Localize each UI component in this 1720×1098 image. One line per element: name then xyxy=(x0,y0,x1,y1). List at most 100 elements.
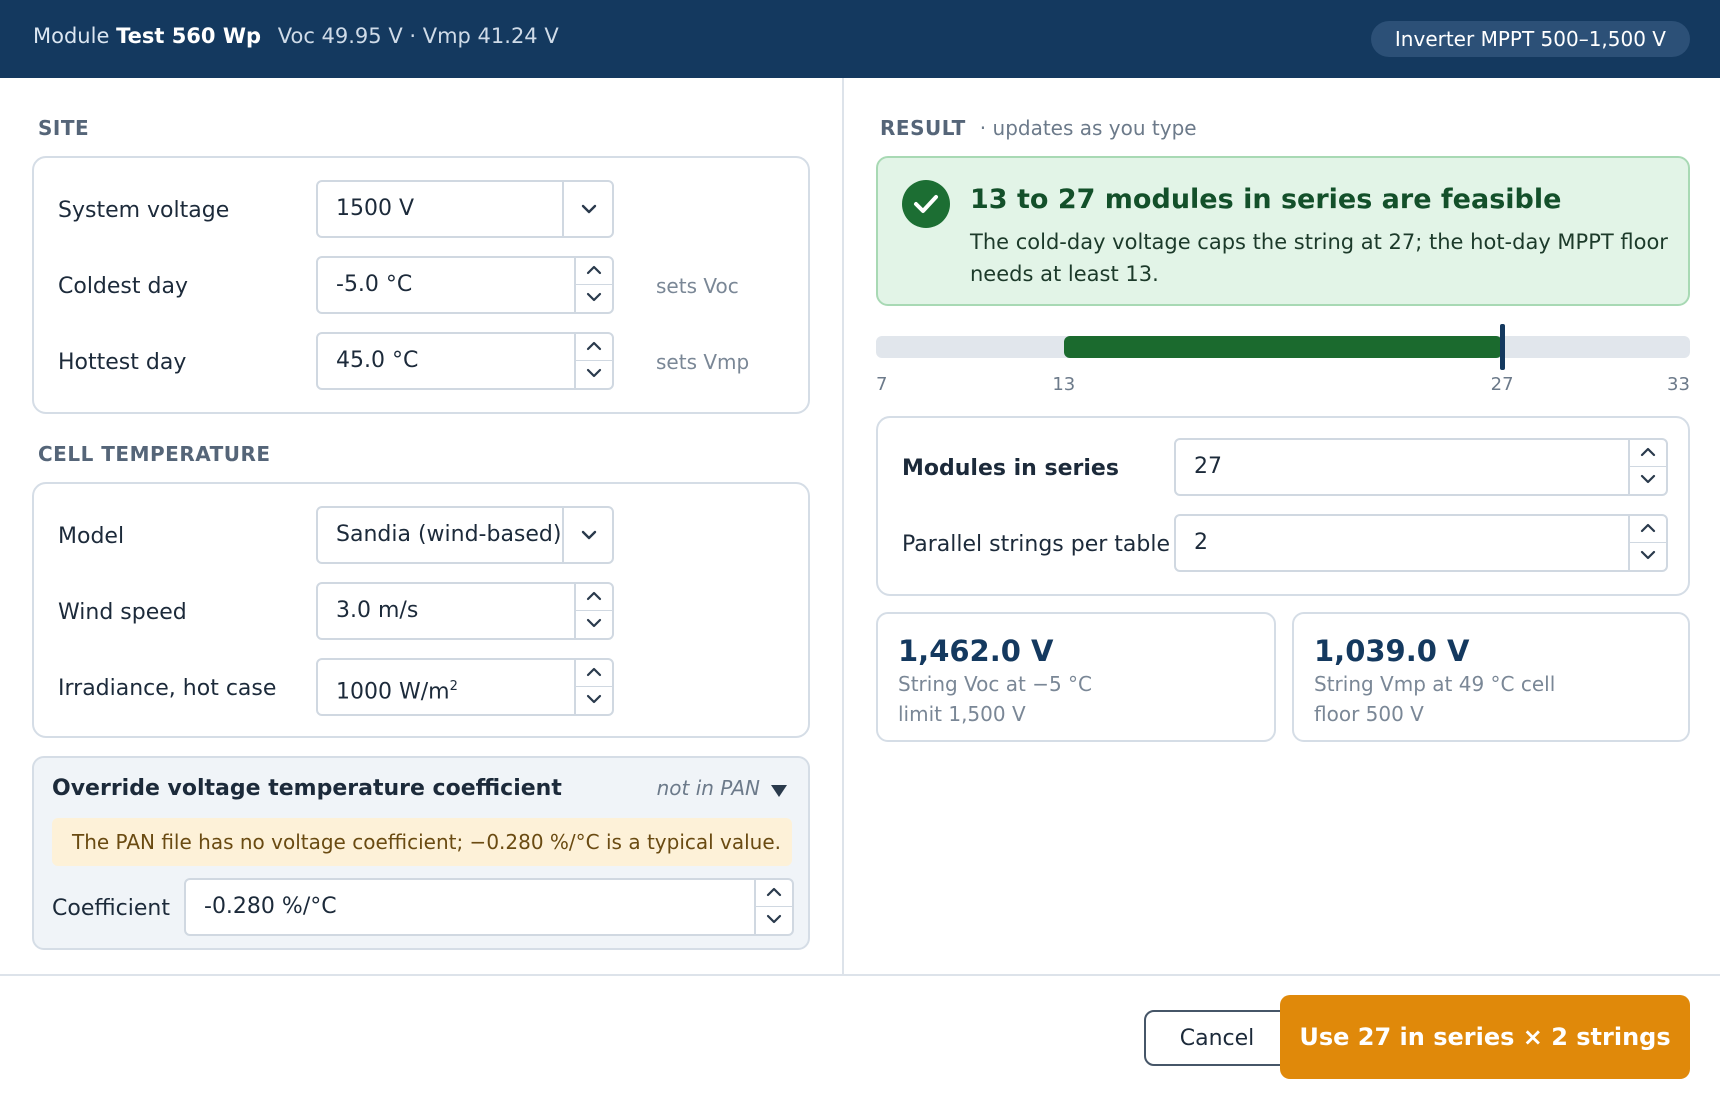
system-voltage-value: 1500 V xyxy=(336,196,415,221)
hottest-day-input[interactable]: 45.0 °C xyxy=(316,332,614,390)
chevron-up-icon xyxy=(766,887,782,897)
decrement-button[interactable] xyxy=(756,907,792,934)
model-value: Sandia (wind-based) xyxy=(336,522,562,547)
coldest-day-input[interactable]: -5.0 °C xyxy=(316,256,614,314)
irradiance-number: 1000 W/m xyxy=(336,679,450,705)
decrement-button[interactable] xyxy=(1630,467,1666,494)
chevron-down-icon xyxy=(581,204,597,214)
modules-in-series-stepper xyxy=(1628,440,1666,494)
decrement-button[interactable] xyxy=(576,361,612,388)
chevron-up-icon xyxy=(586,667,602,677)
coldest-day-stepper xyxy=(574,258,612,312)
string-config-card: Modules in series 27 Parallel strings pe… xyxy=(876,416,1690,596)
warning-text: The PAN file has no voltage coefficient;… xyxy=(72,830,782,854)
cell-temperature-section-title: CELL TEMPERATURE xyxy=(38,442,271,466)
increment-button[interactable] xyxy=(576,334,612,361)
model-label: Model xyxy=(58,524,125,549)
chevron-down-icon xyxy=(581,530,597,540)
irradiance-unit-sup: 2 xyxy=(449,679,458,694)
modules-in-series-label: Modules in series xyxy=(902,456,1119,481)
increment-button[interactable] xyxy=(1630,440,1666,467)
tick-label: 27 xyxy=(1490,374,1514,395)
increment-button[interactable] xyxy=(576,584,612,611)
coldest-day-value: -5.0 °C xyxy=(336,272,413,297)
coefficient-value: -0.280 %/°C xyxy=(204,894,337,919)
string-vmp-card: 1,039.0 V String Vmp at 49 °C cell floor… xyxy=(1292,612,1690,742)
warning-banner: The PAN file has no voltage coefficient;… xyxy=(52,818,792,866)
decrement-button[interactable] xyxy=(1630,543,1666,570)
feasibility-banner: 13 to 27 modules in series are feasible … xyxy=(876,156,1690,306)
string-vmp-caption: String Vmp at 49 °C cell xyxy=(1314,672,1556,696)
string-vmp-value: 1,039.0 V xyxy=(1314,634,1470,668)
parallel-strings-input[interactable]: 2 xyxy=(1174,514,1668,572)
model-dropdown[interactable] xyxy=(562,508,612,562)
apply-button[interactable]: Use 27 in series × 2 strings xyxy=(1280,995,1690,1079)
site-section-title: SITE xyxy=(38,116,90,140)
decrement-button[interactable] xyxy=(576,687,612,714)
parallel-strings-value: 2 xyxy=(1194,530,1208,555)
module-info: Module Test 560 Wp Voc 49.95 V · Vmp 41.… xyxy=(33,24,559,48)
inverter-badge: Inverter MPPT 500–1,500 V xyxy=(1370,21,1690,57)
decrement-button[interactable] xyxy=(576,611,612,638)
coldest-day-label: Coldest day xyxy=(58,274,188,299)
string-voc-value: 1,462.0 V xyxy=(898,634,1054,668)
parallel-strings-label: Parallel strings per table xyxy=(902,532,1171,557)
chevron-down-icon xyxy=(1640,550,1656,560)
decrement-button[interactable] xyxy=(576,285,612,312)
chevron-up-icon xyxy=(586,265,602,275)
irradiance-value: 1000 W/m2 xyxy=(336,660,458,719)
override-status: not in PAN xyxy=(656,776,760,800)
chevron-down-icon xyxy=(1640,474,1656,484)
result-section-title: RESULT · updates as you type xyxy=(880,116,1197,140)
module-name: Test 560 Wp xyxy=(116,24,262,48)
system-voltage-dropdown[interactable] xyxy=(562,182,612,236)
hottest-day-value: 45.0 °C xyxy=(336,348,419,373)
modules-in-series-value: 27 xyxy=(1194,454,1222,479)
selected-marker xyxy=(1500,324,1506,370)
feasibility-description: The cold-day voltage caps the string at … xyxy=(970,230,1668,286)
footer-divider xyxy=(0,974,1720,976)
feasibility-headline: 13 to 27 modules in series are feasible xyxy=(970,184,1562,215)
string-voc-limit: limit 1,500 V xyxy=(898,702,1026,726)
irradiance-label: Irradiance, hot case xyxy=(58,676,277,701)
string-voc-card: 1,462.0 V String Voc at −5 °C limit 1,50… xyxy=(876,612,1276,742)
cancel-button[interactable]: Cancel xyxy=(1144,1010,1290,1066)
model-select[interactable]: Sandia (wind-based) xyxy=(316,506,614,564)
series-range-bar xyxy=(876,324,1690,370)
modules-in-series-input[interactable]: 27 xyxy=(1174,438,1668,496)
tick-label: 7 xyxy=(876,374,888,395)
override-title[interactable]: Override voltage temperature coefficient xyxy=(52,776,562,801)
system-voltage-label: System voltage xyxy=(58,198,230,223)
wind-speed-value: 3.0 m/s xyxy=(336,598,419,623)
chevron-up-icon xyxy=(1640,447,1656,457)
result-title: RESULT xyxy=(880,116,966,140)
chevron-down-icon xyxy=(766,914,782,924)
chevron-up-icon xyxy=(586,341,602,351)
increment-button[interactable] xyxy=(756,880,792,907)
chevron-down-icon xyxy=(586,292,602,302)
top-bar: Module Test 560 Wp Voc 49.95 V · Vmp 41.… xyxy=(0,0,1720,78)
coefficient-input[interactable]: -0.280 %/°C xyxy=(184,878,794,936)
irradiance-input[interactable]: 1000 W/m2 xyxy=(316,658,614,716)
wind-speed-input[interactable]: 3.0 m/s xyxy=(316,582,614,640)
chevron-up-icon xyxy=(1640,523,1656,533)
increment-button[interactable] xyxy=(576,258,612,285)
system-voltage-select[interactable]: 1500 V xyxy=(316,180,614,238)
coldest-day-hint: sets Voc xyxy=(656,274,739,298)
increment-button[interactable] xyxy=(1630,516,1666,543)
check-circle-icon xyxy=(902,180,950,228)
parallel-strings-stepper xyxy=(1628,516,1666,570)
feasible-range-fill xyxy=(1063,336,1503,358)
wind-speed-stepper xyxy=(574,584,612,638)
coefficient-stepper xyxy=(754,880,792,934)
increment-button[interactable] xyxy=(576,660,612,687)
chevron-down-icon xyxy=(586,368,602,378)
result-subtitle: · updates as you type xyxy=(979,116,1197,140)
chevron-down-icon xyxy=(586,694,602,704)
cell-temperature-card: Model Sandia (wind-based) Wind speed 3.0… xyxy=(32,482,810,738)
module-prefix: Module xyxy=(33,24,110,48)
hottest-day-hint: sets Vmp xyxy=(656,350,750,374)
caret-down-icon[interactable] xyxy=(770,784,788,798)
string-voc-caption: String Voc at −5 °C xyxy=(898,672,1093,696)
hottest-day-label: Hottest day xyxy=(58,350,187,375)
